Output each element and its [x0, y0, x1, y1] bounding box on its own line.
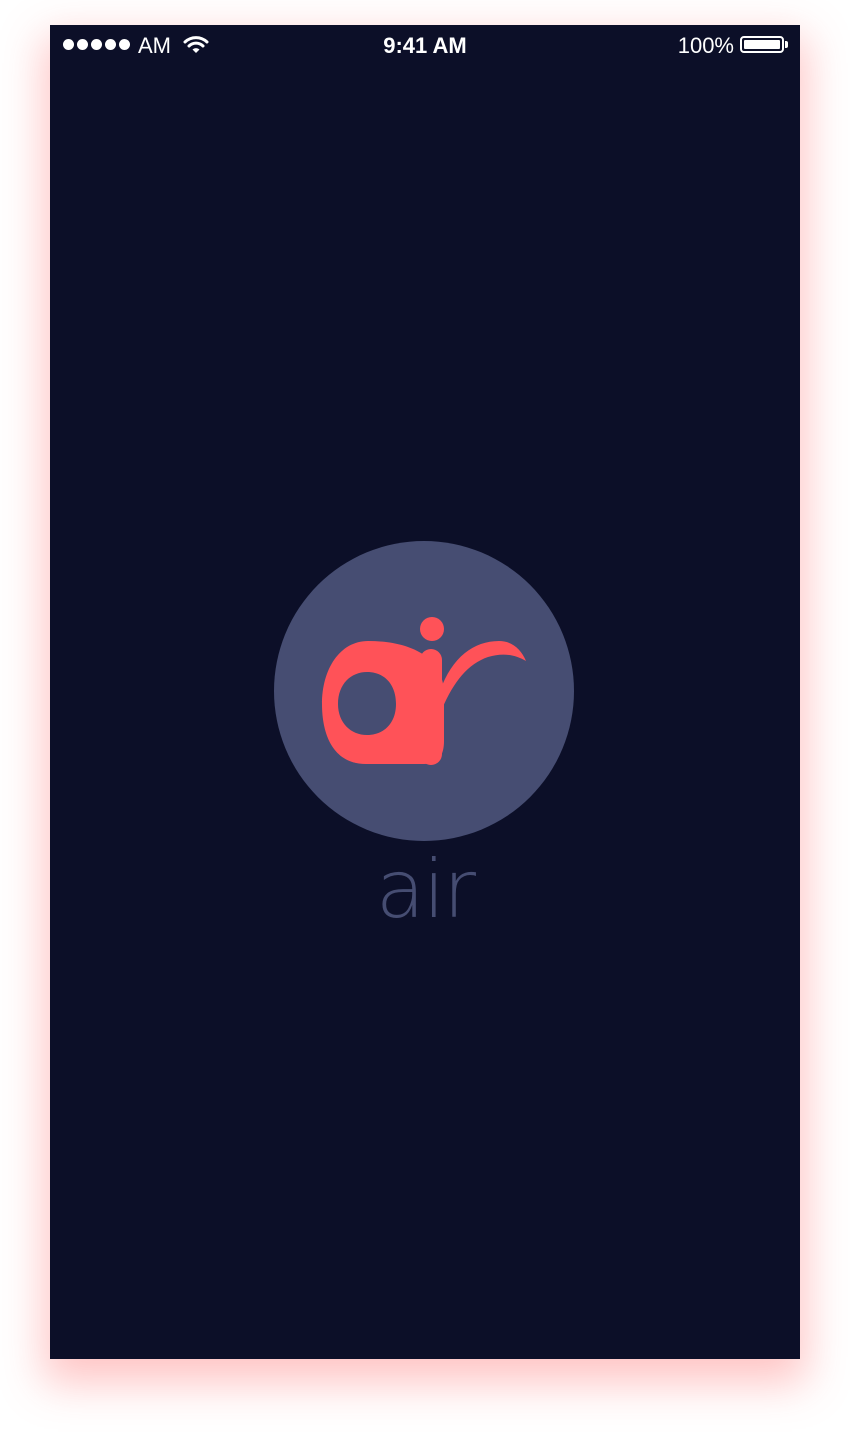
battery-icon	[740, 36, 784, 53]
battery-fill	[744, 40, 780, 49]
logo-circle	[274, 541, 574, 841]
battery-tip	[785, 41, 788, 48]
app-name-wordmark: air	[375, 843, 476, 936]
battery-percent: 100%	[677, 33, 734, 58]
splash-screen: AM 9:41 AM 100% air	[50, 25, 800, 1359]
status-bar: AM 9:41 AM 100%	[50, 25, 800, 65]
air-logo-icon	[322, 617, 526, 765]
